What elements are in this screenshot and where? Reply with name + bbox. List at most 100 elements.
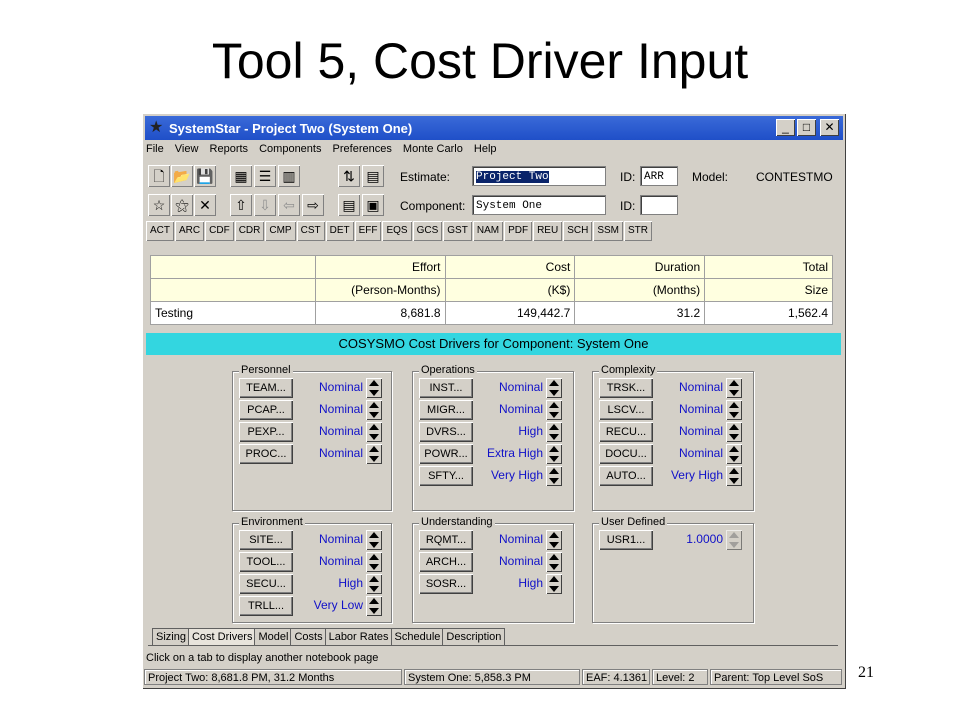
tab-model[interactable]: Model (254, 628, 293, 645)
tool-button[interactable]: TOOL... (239, 552, 293, 572)
recu-button[interactable]: RECU... (599, 422, 653, 442)
spin-up-icon[interactable] (369, 532, 379, 538)
spin-up-icon[interactable] (549, 380, 559, 386)
tab-cost-drivers[interactable]: Cost Drivers (187, 628, 257, 645)
spin-up-icon[interactable] (369, 380, 379, 386)
lscv-button[interactable]: LSCV... (599, 400, 653, 420)
inst-spinner[interactable] (546, 378, 562, 398)
sosr-button[interactable]: SOSR... (419, 574, 473, 594)
spin-up-icon[interactable] (549, 424, 559, 430)
report-icon[interactable]: ▤ (362, 165, 384, 187)
renumber-icon[interactable]: ⇅ (338, 165, 360, 187)
tool-cdf[interactable]: CDF (205, 221, 234, 241)
spin-up-icon[interactable] (549, 446, 559, 452)
pexp-button[interactable]: PEXP... (239, 422, 293, 442)
spin-down-icon[interactable] (729, 434, 739, 440)
title-bar[interactable]: ★ SystemStar - Project Two (System One) … (145, 116, 843, 140)
spin-down-icon[interactable] (369, 456, 379, 462)
spin-up-icon[interactable] (729, 446, 739, 452)
spin-down-icon[interactable] (729, 478, 739, 484)
spin-down-icon[interactable] (369, 542, 379, 548)
secu-button[interactable]: SECU... (239, 574, 293, 594)
pexp-spinner[interactable] (366, 422, 382, 442)
pcap-spinner[interactable] (366, 400, 382, 420)
spin-up-icon[interactable] (549, 532, 559, 538)
sfty-button[interactable]: SFTY... (419, 466, 473, 486)
migr-button[interactable]: MIGR... (419, 400, 473, 420)
tool-nam[interactable]: NAM (472, 221, 504, 241)
new-file-icon[interactable]: 🗋 (148, 165, 170, 187)
tool-eff[interactable]: EFF (354, 221, 382, 241)
spin-down-icon[interactable] (549, 478, 559, 484)
spin-down-icon[interactable] (369, 608, 379, 614)
team-button[interactable]: TEAM... (239, 378, 293, 398)
open-folder-icon[interactable]: 📂 (171, 165, 193, 187)
arrow-up-icon[interactable]: ⇧ (230, 194, 252, 216)
docu-spinner[interactable] (726, 444, 742, 464)
tool-pdf[interactable]: PDF (504, 221, 533, 241)
rqmt-spinner[interactable] (546, 530, 562, 550)
arrow-right-icon[interactable]: ⇨ (302, 194, 324, 216)
spin-down-icon[interactable] (549, 564, 559, 570)
spin-up-icon[interactable] (729, 424, 739, 430)
arch-button[interactable]: ARCH... (419, 552, 473, 572)
save-disk-icon[interactable]: 💾 (194, 165, 216, 187)
sfty-spinner[interactable] (546, 466, 562, 486)
migr-spinner[interactable] (546, 400, 562, 420)
tab-labor-rates[interactable]: Labor Rates (324, 628, 393, 645)
tool-spinner[interactable] (366, 552, 382, 572)
tab-costs[interactable]: Costs (290, 628, 327, 645)
menu-reports[interactable]: Reports (210, 143, 249, 155)
spin-down-icon[interactable] (369, 412, 379, 418)
rqmt-button[interactable]: RQMT... (419, 530, 473, 550)
spin-down-icon[interactable] (369, 434, 379, 440)
tool-arc[interactable]: ARC (175, 221, 205, 241)
site-button[interactable]: SITE... (239, 530, 293, 550)
tool-gcs[interactable]: GCS (412, 221, 443, 241)
powr-button[interactable]: POWR... (419, 444, 473, 464)
secu-spinner[interactable] (366, 574, 382, 594)
estimate-id-field[interactable]: ARR (640, 166, 678, 186)
spin-up-icon[interactable] (369, 576, 379, 582)
star-tree-icon[interactable]: ⚝ (171, 194, 193, 216)
spin-up-icon[interactable] (369, 554, 379, 560)
trsk-spinner[interactable] (726, 378, 742, 398)
spin-down-icon[interactable] (549, 456, 559, 462)
spin-down-icon[interactable] (729, 390, 739, 396)
usr1-spinner[interactable] (726, 530, 742, 550)
menu-help[interactable]: Help (474, 143, 497, 155)
tool-ssm[interactable]: SSM (593, 221, 623, 241)
spin-up-icon[interactable] (549, 554, 559, 560)
trsk-button[interactable]: TRSK... (599, 378, 653, 398)
menu-preferences[interactable]: Preferences (333, 143, 392, 155)
maximize-button[interactable]: □ (797, 119, 816, 136)
delete-x-icon[interactable]: ✕ (194, 194, 216, 216)
pcap-button[interactable]: PCAP... (239, 400, 293, 420)
tool-cdr[interactable]: CDR (234, 221, 265, 241)
tool-act[interactable]: ACT (146, 221, 174, 241)
arrow-down-icon[interactable]: ⇩ (254, 194, 276, 216)
spin-up-icon[interactable] (549, 402, 559, 408)
menu-view[interactable]: View (175, 143, 199, 155)
tab-sizing[interactable]: Sizing (152, 628, 190, 645)
tab-schedule[interactable]: Schedule (390, 628, 445, 645)
proc-button[interactable]: PROC... (239, 444, 293, 464)
spin-down-icon[interactable] (369, 586, 379, 592)
proc-spinner[interactable] (366, 444, 382, 464)
sosr-spinner[interactable] (546, 574, 562, 594)
tool-cmp[interactable]: CMP (265, 221, 296, 241)
tool-eqs[interactable]: EQS (382, 221, 412, 241)
document-detail-icon[interactable]: ▣ (362, 194, 384, 216)
close-button[interactable]: ✕ (820, 119, 839, 136)
powr-spinner[interactable] (546, 444, 562, 464)
auto-button[interactable]: AUTO... (599, 466, 653, 486)
inst-button[interactable]: INST... (419, 378, 473, 398)
spin-up-icon[interactable] (729, 468, 739, 474)
tool-reu[interactable]: REU (533, 221, 563, 241)
spin-up-icon[interactable] (549, 468, 559, 474)
lscv-spinner[interactable] (726, 400, 742, 420)
tool-str[interactable]: STR (624, 221, 652, 241)
spin-down-icon[interactable] (369, 564, 379, 570)
spin-down-icon[interactable] (729, 412, 739, 418)
star-outline-icon[interactable]: ☆ (148, 194, 170, 216)
